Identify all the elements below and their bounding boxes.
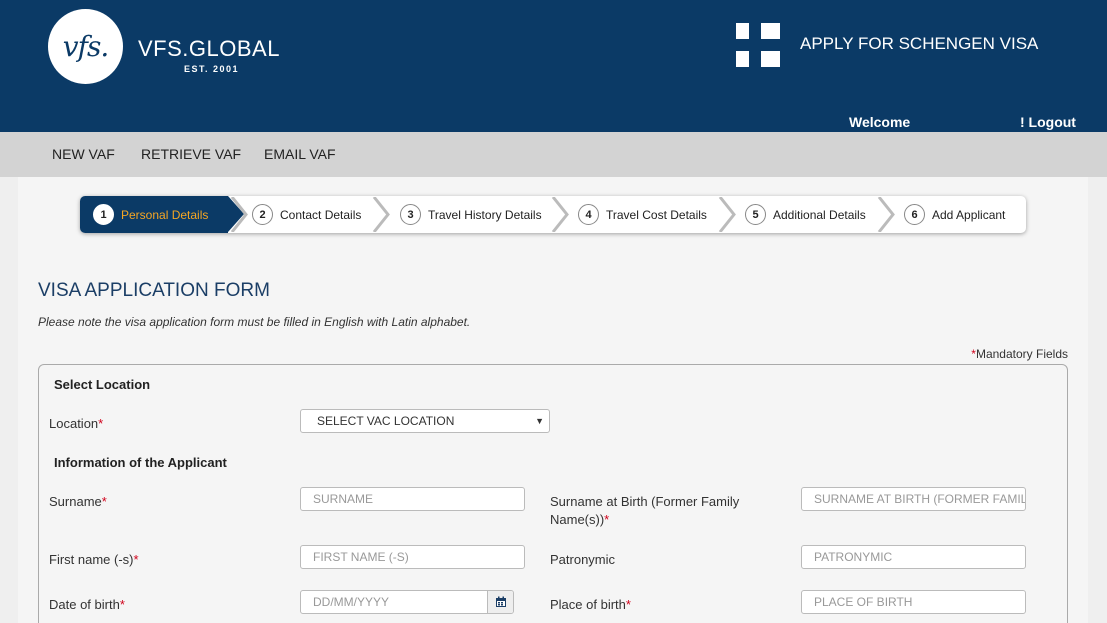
- step-label: Contact Details: [280, 207, 362, 222]
- location-select[interactable]: SELECT VAC LOCATION ▼: [300, 409, 550, 433]
- progress-stepper: 1 Personal Details 2 Contact Details 3 T…: [80, 196, 1026, 233]
- site-header: vfs. VFS.GLOBAL EST. 2001 APPLY FOR SCHE…: [0, 0, 1107, 132]
- required-star: *: [133, 552, 139, 567]
- step-number: 5: [745, 204, 766, 225]
- section-applicant-info: Information of the Applicant: [54, 455, 227, 470]
- mandatory-text: Mandatory Fields: [975, 347, 1068, 361]
- nav-email-vaf[interactable]: EMAIL VAF: [264, 146, 336, 162]
- apply-title: APPLY FOR SCHENGEN VISA: [800, 34, 1039, 53]
- select-value: SELECT VAC LOCATION: [317, 414, 455, 428]
- step-separator-icon: [230, 197, 248, 232]
- step-separator-icon: [877, 197, 895, 232]
- step-personal-details[interactable]: 1 Personal Details: [80, 196, 228, 233]
- form-title: VISA APPLICATION FORM: [38, 280, 270, 301]
- step-label: Additional Details: [773, 207, 866, 222]
- required-star: *: [604, 512, 610, 527]
- label-text: First name (-s): [49, 552, 134, 567]
- input-placeholder: DD/MM/YYYY: [313, 595, 390, 609]
- required-star: *: [625, 597, 631, 612]
- nav-new-vaf[interactable]: NEW VAF: [52, 146, 115, 162]
- label-text: Date of birth: [49, 597, 120, 612]
- place-of-birth-label: Place of birth*: [550, 596, 631, 614]
- step-separator-icon: [551, 197, 569, 232]
- patronymic-label: Patronymic: [550, 552, 616, 567]
- step-number: 6: [904, 204, 925, 225]
- label-text: Location: [49, 416, 99, 431]
- step-label: Add Applicant: [932, 207, 1006, 222]
- main-content: 1 Personal Details 2 Contact Details 3 T…: [18, 177, 1088, 623]
- step-additional-details[interactable]: 5 Additional Details: [745, 196, 866, 233]
- step-label: Travel Cost Details: [606, 207, 707, 222]
- step-separator-icon: [718, 197, 736, 232]
- required-star: *: [119, 597, 125, 612]
- patronymic-input[interactable]: PATRONYMIC: [801, 545, 1026, 569]
- surname-label: Surname*: [49, 493, 107, 511]
- form-note: Please note the visa application form mu…: [38, 315, 471, 329]
- step-number: 3: [400, 204, 421, 225]
- logo-mark: vfs.: [62, 30, 109, 63]
- step-separator-icon: [372, 197, 390, 232]
- step-add-applicant[interactable]: 6 Add Applicant: [904, 196, 1005, 233]
- first-name-input[interactable]: FIRST NAME (-S): [300, 545, 525, 569]
- form-panel: Select Location Location* SELECT VAC LOC…: [38, 364, 1068, 623]
- step-travel-history-details[interactable]: 3 Travel History Details: [400, 196, 542, 233]
- date-of-birth-input[interactable]: DD/MM/YYYY: [300, 590, 514, 614]
- required-star: *: [101, 494, 107, 509]
- label-text: Place of birth: [550, 597, 626, 612]
- step-travel-cost-details[interactable]: 4 Travel Cost Details: [578, 196, 707, 233]
- finland-flag-icon: [736, 23, 780, 67]
- mandatory-fields-note: *Mandatory Fields: [971, 347, 1068, 361]
- step-number: 4: [578, 204, 599, 225]
- first-name-label: First name (-s)*: [49, 551, 139, 569]
- caret-down-icon: ▼: [535, 416, 544, 426]
- required-star: *: [98, 416, 104, 431]
- brand-name: VFS.GLOBAL: [138, 36, 280, 61]
- step-contact-details[interactable]: 2 Contact Details: [252, 196, 361, 233]
- date-of-birth-label: Date of birth*: [49, 596, 125, 614]
- welcome-text: Welcome: [849, 114, 911, 130]
- label-text: Surname at Birth (Former Family Name(s)): [550, 494, 740, 527]
- brand-established: EST. 2001: [184, 64, 240, 74]
- vfs-logo[interactable]: vfs.: [48, 9, 123, 84]
- logout-link[interactable]: ! Logout: [1020, 114, 1076, 130]
- location-label: Location*: [49, 415, 103, 433]
- section-select-location: Select Location: [54, 377, 151, 392]
- surname-at-birth-input[interactable]: SURNAME AT BIRTH (FORMER FAMILY NAME(S)): [801, 487, 1026, 511]
- step-label: Personal Details: [121, 207, 209, 222]
- nav-retrieve-vaf[interactable]: RETRIEVE VAF: [141, 146, 241, 162]
- step-number: 1: [93, 204, 114, 225]
- step-label: Travel History Details: [428, 207, 542, 222]
- step-number: 2: [252, 204, 273, 225]
- place-of-birth-input[interactable]: PLACE OF BIRTH: [801, 590, 1026, 614]
- main-nav: NEW VAF RETRIEVE VAF EMAIL VAF: [0, 132, 1107, 177]
- calendar-icon[interactable]: [487, 591, 513, 613]
- surname-at-birth-label: Surname at Birth (Former Family Name(s))…: [550, 493, 770, 529]
- label-text: Surname: [49, 494, 102, 509]
- surname-input[interactable]: SURNAME: [300, 487, 525, 511]
